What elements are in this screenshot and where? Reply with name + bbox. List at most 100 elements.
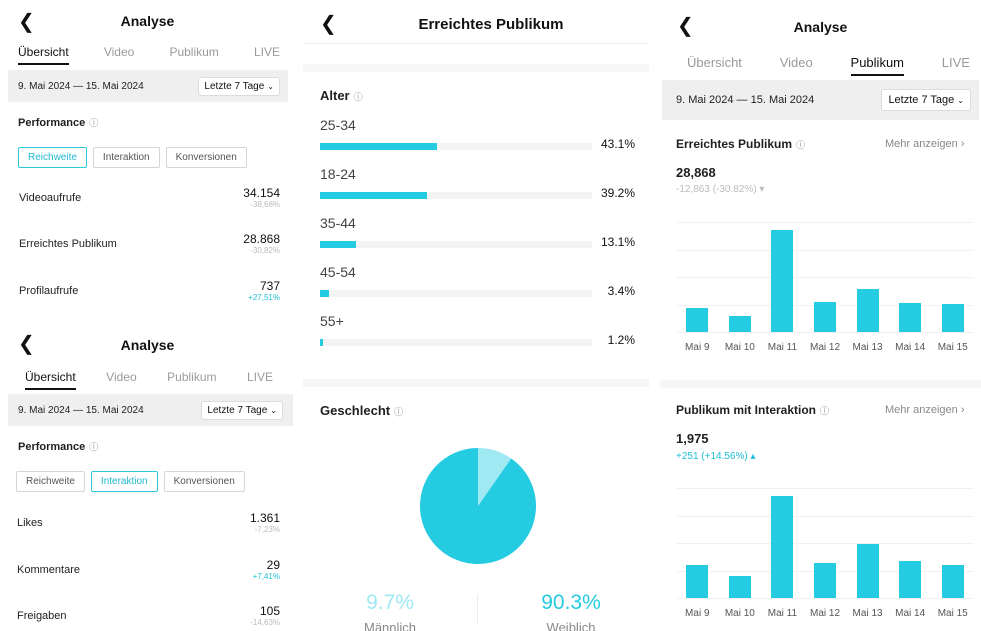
x-tick-label: Mai 14 [895,608,926,619]
chart-bar[interactable] [814,301,836,332]
age-label: 35-44 [320,215,356,231]
date-range-select[interactable]: Letzte 7 Tage ⌄ [201,400,283,420]
segment-conversions[interactable]: Konversionen [163,471,245,492]
chart-bar[interactable] [728,575,751,598]
chart-bar[interactable] [686,308,709,332]
chart-bar[interactable] [941,564,964,598]
metric-label: Kommentare [17,563,80,576]
performance-label: Performance [18,117,86,129]
tab-live[interactable]: LIVE [247,370,273,384]
info-icon[interactable]: ⓘ [89,118,98,128]
performance-heading: Performance ⓘ [18,440,98,453]
metric-label: Freigaben [17,609,67,622]
chart-bar[interactable] [899,302,922,332]
age-bar [320,290,330,297]
age-label: 18-24 [320,166,356,182]
tab-live[interactable]: LIVE [942,55,970,70]
tab-overview[interactable]: Übersicht [25,370,76,390]
segment-reach[interactable]: Reichweite [18,147,87,168]
overview-interaction-panel: ❮ Analyse Übersicht Video Publikum LIVE … [0,320,295,631]
metric-segment-control: Reichweite Interaktion Konversionen [18,147,247,168]
gender-male-label: Männlich [363,620,417,631]
show-more-link[interactable]: Mehr anzeigen › [885,138,965,150]
date-bar: 9. Mai 2024 — 15. Mai 2024 Letzte 7 Tage… [8,70,288,102]
tab-audience[interactable]: Publikum [850,55,905,76]
chart-bar[interactable] [941,303,964,332]
segment-conversions[interactable]: Konversionen [165,147,247,168]
x-tick-label: Mai 12 [809,342,840,353]
tab-live[interactable]: LIVE [254,45,280,59]
info-icon[interactable]: ⓘ [820,406,829,416]
metric-label: Likes [17,516,43,529]
grid-line [676,515,974,517]
metric-row[interactable]: Kommentare 29 +7,41% [0,558,295,581]
metric-label: Erreichtes Publikum [19,237,117,250]
tab-video[interactable]: Video [780,55,813,70]
metric-row[interactable]: Videoaufrufe 34.154 -38,68% [0,186,295,209]
metric-value: 28.868 [243,232,280,246]
header-divider [303,43,649,44]
chart-bar[interactable] [771,496,794,598]
chart-bar[interactable] [814,562,836,598]
chart-bar[interactable] [686,564,709,598]
chart-bar[interactable] [899,560,922,598]
age-percentage: 1.2% [607,333,635,347]
chart-bar[interactable] [856,289,879,332]
chart-bar[interactable] [856,544,879,598]
metric-row[interactable]: Erreichtes Publikum 28.868 -30,82% [0,232,295,255]
grid-line [676,598,974,599]
metric-row[interactable]: Profilaufrufe 737 +27,51% [0,279,295,302]
chart-bar[interactable] [771,230,794,332]
age-percentage: 43.1% [600,137,635,151]
reached-audience-value: 28,868 [676,165,716,180]
age-label: 45-54 [320,264,356,280]
page-title: Analyse [793,19,848,35]
info-icon[interactable]: ⓘ [89,442,98,452]
age-bar-track [320,339,592,346]
overview-reach-panel: ❮ Analyse Übersicht Video Publikum LIVE … [0,0,295,318]
tab-overview[interactable]: Übersicht [18,45,69,65]
reached-audience-x-axis: Mai 9 Mai 10 Mai 11 Mai 12 Mai 13 Mai 14 Mai 1… [676,342,974,356]
metric-value: 34.154 [243,186,280,200]
info-icon[interactable]: ⓘ [354,92,363,102]
info-icon[interactable]: ⓘ [394,407,403,417]
gender-pie-chart [420,448,536,564]
grid-line [676,332,974,333]
info-icon[interactable]: ⓘ [796,140,805,150]
engaged-audience-x-axis: Mai 9 Mai 10 Mai 11 Mai 12 Mai 13 Mai 14 Mai 1… [676,608,974,622]
date-select-label: Letzte 7 Tage [207,404,268,416]
grid-line [676,222,974,223]
segment-interaction[interactable]: Interaktion [92,147,160,168]
segment-reach[interactable]: Reichweite [16,471,85,492]
grid-line [676,543,974,544]
age-bar [320,143,438,150]
metric-value: 105 [259,604,280,618]
engaged-audience-value: 1,975 [676,431,709,446]
date-range-select[interactable]: Letzte 7 Tage ⌄ [881,89,971,111]
engaged-audience-bar-chart [676,488,974,599]
page-title: Analyse [120,13,175,29]
date-range-select[interactable]: Letzte 7 Tage ⌄ [198,76,280,96]
metric-row[interactable]: Freigaben 105 -14,63% [0,604,295,627]
age-percentage: 13.1% [600,235,635,249]
segment-interaction[interactable]: Interaktion [90,471,158,492]
tab-overview[interactable]: Übersicht [687,55,742,70]
tab-video[interactable]: Video [106,370,136,384]
chevron-right-icon: › [960,138,965,150]
tab-audience[interactable]: Publikum [169,45,218,59]
tab-audience[interactable]: Publikum [167,370,216,384]
reached-change-text: -12,863 (-30.82%) [676,184,757,195]
reached-audience-heading: Erreichtes Publikum ⓘ [676,137,805,151]
tab-bar: Übersicht Video Publikum LIVE [18,45,280,65]
engaged-audience-heading: Publikum mit Interaktion ⓘ [676,403,829,417]
reached-audience-bar-chart [676,222,974,333]
show-more-link[interactable]: Mehr anzeigen › [885,404,965,416]
tab-video[interactable]: Video [104,45,134,59]
chevron-down-icon: ⌄ [957,95,964,105]
date-select-label: Letzte 7 Tage [888,94,955,106]
performance-heading: Performance ⓘ [18,116,98,129]
engaged-audience-change: +251 (+14.56%) ▴ [676,451,756,462]
metric-row[interactable]: Likes 1.361 -7,23% [0,511,295,534]
chart-bar[interactable] [728,316,751,332]
x-tick-label: Mai 15 [937,608,968,619]
